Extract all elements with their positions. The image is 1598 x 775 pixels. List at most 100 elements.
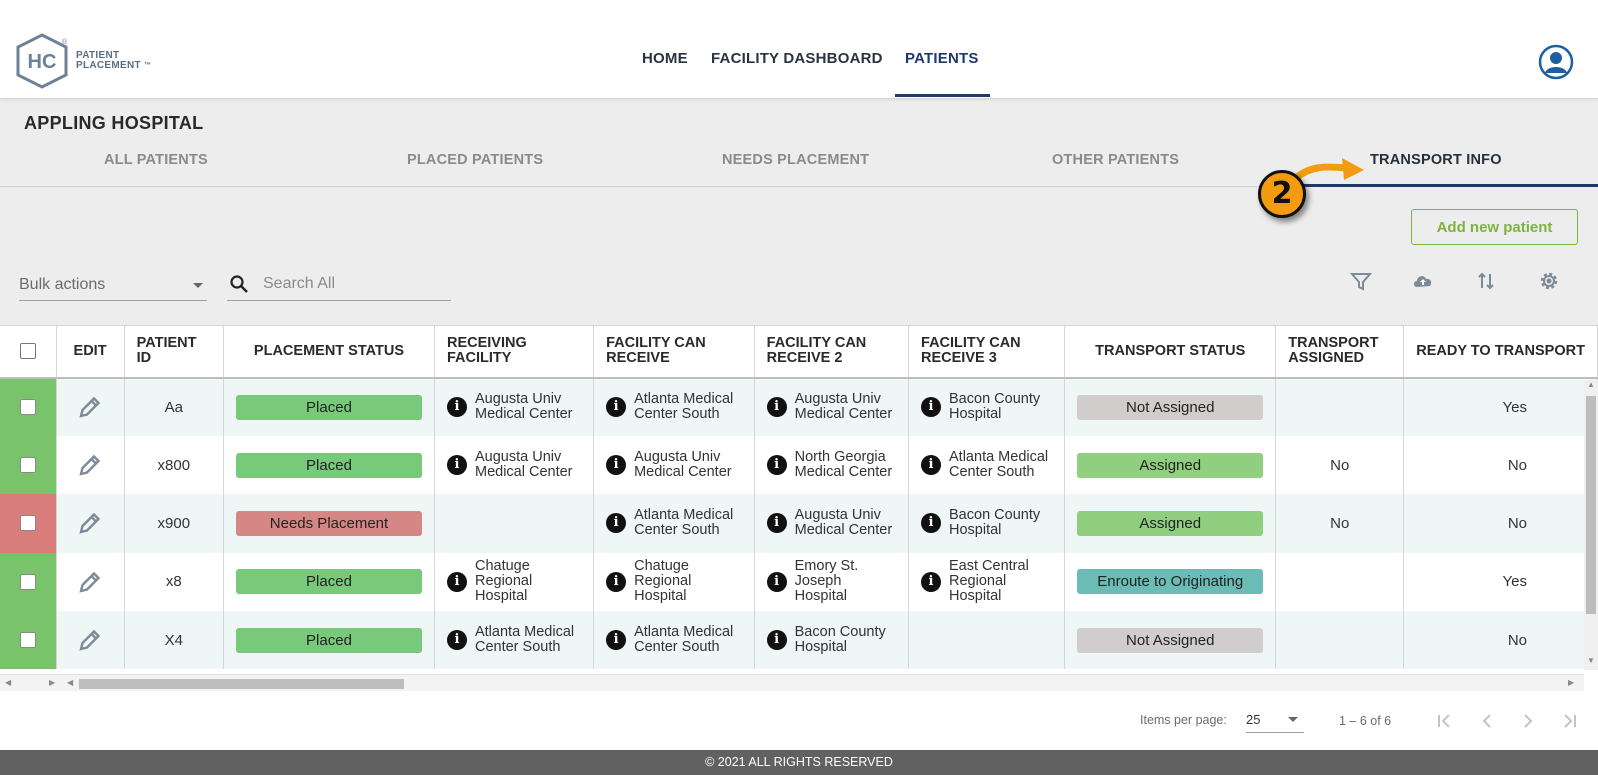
info-icon[interactable]: i xyxy=(606,571,627,592)
facility-can-receive-2-cell: i Bacon County Hospital xyxy=(754,611,910,670)
info-icon[interactable]: i xyxy=(921,455,942,476)
column-header-ready-to-transport[interactable]: READY TO TRANSPORT xyxy=(1403,325,1598,379)
search-field[interactable] xyxy=(227,268,451,301)
info-icon[interactable]: i xyxy=(921,513,942,534)
row-select-cell[interactable] xyxy=(0,435,57,495)
add-new-patient-button[interactable]: Add new patient xyxy=(1411,209,1578,245)
sort-icon[interactable] xyxy=(1474,269,1498,293)
table-vertical-scrollbar[interactable]: ▲ ▼ xyxy=(1584,380,1598,670)
vertical-scroll-thumb[interactable] xyxy=(1586,396,1596,614)
info-icon[interactable]: i xyxy=(446,397,467,418)
transport-assigned xyxy=(1275,377,1405,436)
info-icon[interactable]: i xyxy=(606,513,627,534)
tab-all-patients[interactable]: ALL PATIENTS xyxy=(104,152,208,168)
row-checkbox[interactable] xyxy=(19,399,36,416)
settings-gear-icon[interactable] xyxy=(1537,269,1561,293)
tab-placed-patients[interactable]: PLACED PATIENTS xyxy=(407,152,543,168)
row-select-cell[interactable] xyxy=(0,377,57,436)
receiving-facility-name: Chatuge Regional Hospital xyxy=(474,558,533,605)
info-icon[interactable]: i xyxy=(766,630,787,651)
facility-can-receive-2-name: Augusta Univ Medical Center xyxy=(794,507,893,539)
info-icon[interactable]: i xyxy=(606,630,627,651)
nav-facility-dashboard[interactable]: FACILITY DASHBOARD xyxy=(711,50,883,67)
column-header-patient-id[interactable]: PATIENT ID xyxy=(124,325,224,379)
patient-id: x800 xyxy=(124,435,224,495)
edit-cell[interactable] xyxy=(56,552,125,612)
column-header-edit[interactable]: EDIT xyxy=(56,325,125,379)
transport-status-cell: Not Assigned xyxy=(1064,377,1277,436)
placement-status-cell: Placed xyxy=(223,611,435,670)
row-checkbox[interactable] xyxy=(19,573,36,590)
row-checkbox[interactable] xyxy=(19,515,36,532)
edit-cell[interactable] xyxy=(56,611,125,670)
frozen-scroll-right-arrow-icon[interactable]: ▶ xyxy=(49,678,55,687)
info-icon[interactable]: i xyxy=(766,455,787,476)
transport-status-cell: Assigned xyxy=(1064,494,1277,553)
bulk-actions-select[interactable]: Bulk actions xyxy=(19,268,207,301)
edit-cell[interactable] xyxy=(56,494,125,553)
column-header-facility-can-receive[interactable]: FACILITY CAN RECEIVE xyxy=(593,325,755,379)
edit-cell[interactable] xyxy=(56,377,125,436)
nav-patients[interactable]: PATIENTS xyxy=(905,50,979,67)
first-page-icon[interactable] xyxy=(1428,704,1462,738)
transport-status-cell: Enroute to Originating xyxy=(1064,552,1277,612)
row-checkbox[interactable] xyxy=(19,457,36,474)
tab-transport-info[interactable]: TRANSPORT INFO xyxy=(1370,152,1502,168)
tab-other-patients[interactable]: OTHER PATIENTS xyxy=(1052,152,1179,168)
last-page-icon[interactable] xyxy=(1552,704,1586,738)
scroll-down-arrow-icon[interactable]: ▼ xyxy=(1587,656,1595,665)
table-row[interactable]: x900 Needs Placement i Atlanta Medical Cent… xyxy=(0,494,1598,553)
nav-home[interactable]: HOME xyxy=(642,50,688,67)
patient-id: X4 xyxy=(124,611,224,670)
table-horizontal-scrollbar[interactable]: ◀ ▶ ◀ ▶ xyxy=(0,674,1584,691)
pencil-edit-icon[interactable] xyxy=(76,451,104,479)
column-header-placement-status[interactable]: PLACEMENT STATUS xyxy=(223,325,435,379)
column-header-receiving-facility[interactable]: RECEIVING FACILITY xyxy=(434,325,595,379)
select-all-checkbox[interactable] xyxy=(19,343,36,360)
cloud-upload-icon[interactable] xyxy=(1411,269,1435,293)
scroll-right-arrow-icon[interactable]: ▶ xyxy=(1568,678,1574,687)
info-icon[interactable]: i xyxy=(606,455,627,476)
tab-needs-placement[interactable]: NEEDS PLACEMENT xyxy=(722,152,869,168)
info-icon[interactable]: i xyxy=(766,513,787,534)
table-row[interactable]: x800 Placed i Augusta Univ Medical Center i A… xyxy=(0,435,1598,495)
row-select-cell[interactable] xyxy=(0,552,57,612)
hc-patient-placement-logo[interactable]: HC ® PATIENT PLACEMENT ™ xyxy=(16,33,156,91)
info-icon[interactable]: i xyxy=(766,397,787,418)
info-icon[interactable]: i xyxy=(446,455,467,476)
info-icon[interactable]: i xyxy=(921,571,942,592)
pencil-edit-icon[interactable] xyxy=(76,393,104,421)
info-icon[interactable]: i xyxy=(446,630,467,651)
previous-page-icon[interactable] xyxy=(1470,704,1504,738)
row-select-cell[interactable] xyxy=(0,611,57,670)
ready-to-transport: No xyxy=(1403,611,1598,670)
items-per-page-label: Items per page: xyxy=(1140,713,1227,727)
info-icon[interactable]: i xyxy=(446,571,467,592)
edit-cell[interactable] xyxy=(56,435,125,495)
pencil-edit-icon[interactable] xyxy=(76,509,104,537)
info-icon[interactable]: i xyxy=(606,397,627,418)
next-page-icon[interactable] xyxy=(1511,704,1545,738)
scroll-up-arrow-icon[interactable]: ▲ xyxy=(1587,380,1595,389)
pencil-edit-icon[interactable] xyxy=(76,568,104,596)
scroll-left-arrow-icon[interactable]: ◀ xyxy=(5,678,11,687)
column-header-facility-can-receive-3[interactable]: FACILITY CAN RECEIVE 3 xyxy=(908,325,1066,379)
info-icon[interactable]: i xyxy=(921,397,942,418)
table-row[interactable]: x8 Placed i Chatuge Regional Hospital i Chatu… xyxy=(0,552,1598,612)
horizontal-scroll-thumb[interactable] xyxy=(79,679,404,689)
column-header-facility-can-receive-2[interactable]: FACILITY CAN RECEIVE 2 xyxy=(754,325,910,379)
table-row[interactable]: Aa Placed i Augusta Univ Medical Center i Atl… xyxy=(0,377,1598,436)
column-header-transport-status[interactable]: TRANSPORT STATUS xyxy=(1064,325,1277,379)
receiving-facility-cell: i Atlanta Medical Center South xyxy=(434,611,595,670)
main-scroll-left-arrow-icon[interactable]: ◀ xyxy=(67,678,73,687)
filter-icon[interactable] xyxy=(1349,269,1373,293)
pencil-edit-icon[interactable] xyxy=(76,626,104,654)
items-per-page-select[interactable]: 25 xyxy=(1246,705,1304,733)
row-checkbox[interactable] xyxy=(19,632,36,649)
row-select-cell[interactable] xyxy=(0,494,57,553)
search-input[interactable] xyxy=(263,272,443,296)
column-header-transport-assigned[interactable]: TRANSPORT ASSIGNED xyxy=(1275,325,1405,379)
user-avatar-icon[interactable] xyxy=(1538,44,1574,80)
table-row[interactable]: X4 Placed i Atlanta Medical Center South i At… xyxy=(0,611,1598,670)
info-icon[interactable]: i xyxy=(766,571,787,592)
